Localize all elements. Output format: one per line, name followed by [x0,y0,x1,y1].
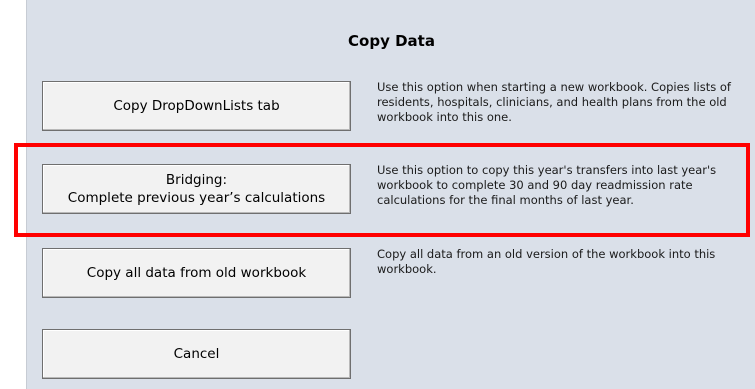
copy-all-data-description: Copy all data from an old version of the… [377,247,716,276]
cancel-button[interactable]: Cancel [42,329,351,379]
copy-dropdownlists-description: Use this option when starting a new work… [377,80,731,124]
bridging-description: Use this option to copy this year's tran… [377,163,717,207]
dialog-title: Copy Data [348,32,435,50]
copy-all-data-button-label: Copy all data from old workbook [86,265,307,281]
cancel-button-label: Cancel [173,346,220,362]
bridging-button-label-line2: Complete previous year’s calculations [67,190,326,206]
copy-dropdownlists-button[interactable]: Copy DropDownLists tab [42,81,351,131]
bridging-button[interactable]: Bridging: Complete previous year’s calcu… [42,164,351,214]
copy-data-dialog: Copy Data Copy DropDownLists tab Use thi… [26,0,755,389]
copy-all-data-button[interactable]: Copy all data from old workbook [42,248,351,298]
copy-dropdownlists-button-label: Copy DropDownLists tab [113,98,280,114]
bridging-button-label-line1: Bridging: [165,172,228,188]
